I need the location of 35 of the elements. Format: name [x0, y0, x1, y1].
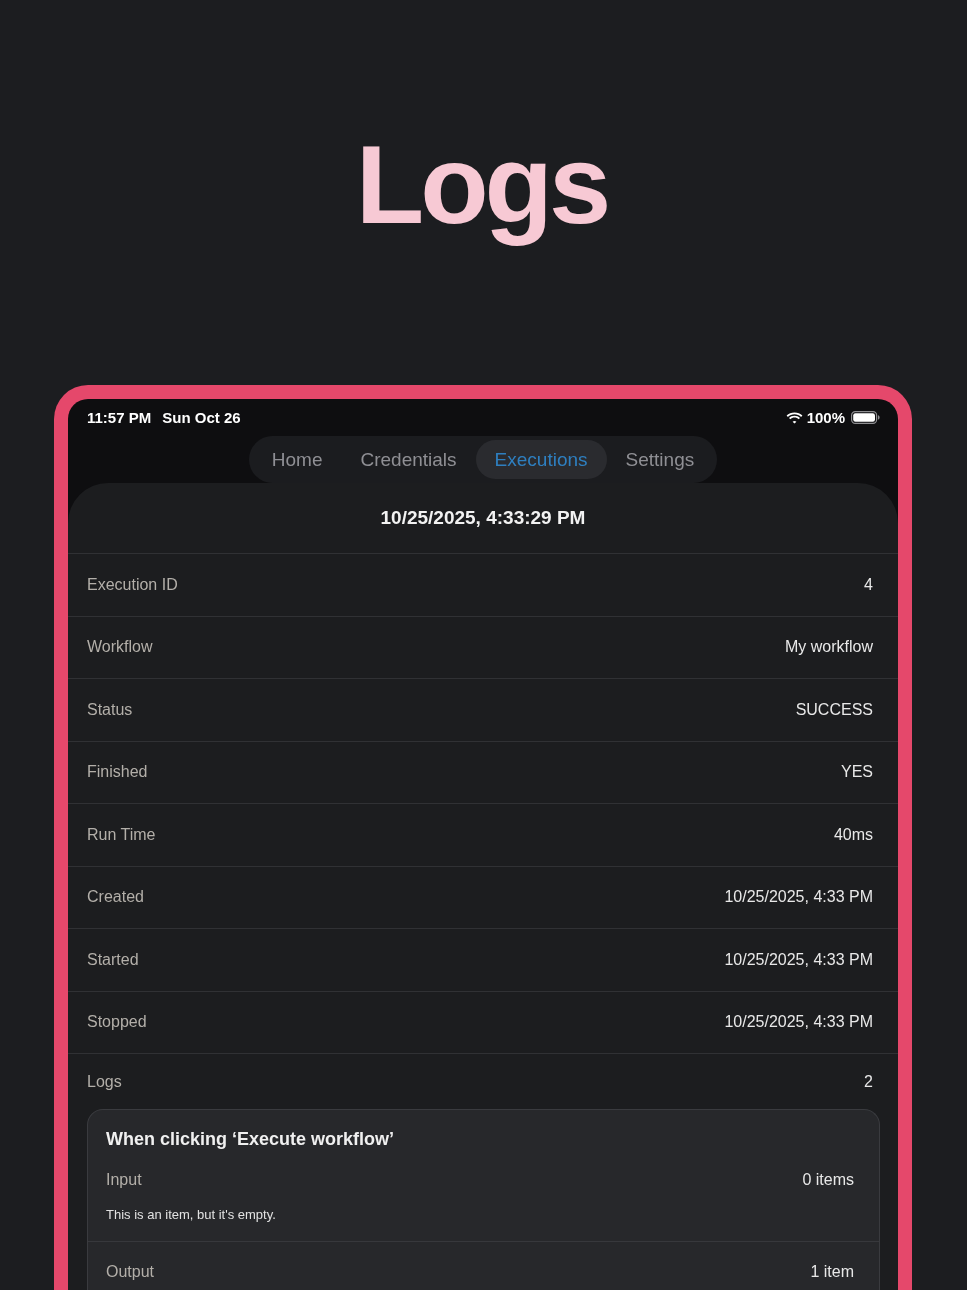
field-label: Workflow: [87, 638, 153, 657]
logs-label: Logs: [87, 1072, 122, 1091]
log-title: When clicking ‘Execute workflow’: [106, 1128, 395, 1150]
field-label: Run Time: [87, 825, 156, 844]
tab[interactable]: Settings: [606, 440, 714, 479]
tab[interactable]: Executions: [475, 440, 607, 479]
field-label: Started: [87, 950, 139, 969]
field-value: 4: [864, 575, 873, 594]
field-label: Finished: [87, 763, 148, 782]
page-title: Logs: [355, 122, 609, 248]
battery-percentage: 100%: [806, 409, 845, 426]
field-label: Status: [87, 700, 133, 719]
section-label: Input: [106, 1170, 142, 1190]
battery-icon: [851, 411, 880, 424]
wifi-icon: [785, 411, 803, 424]
field-label: Execution ID: [87, 575, 178, 594]
field-value: 40ms: [833, 825, 873, 844]
field-value: SUCCESS: [795, 700, 873, 719]
field-label: Created: [87, 888, 144, 907]
item-note: This is an item, but it's empty.: [106, 1207, 276, 1223]
item-count: 1 item: [810, 1262, 854, 1282]
logs-count: 2: [864, 1072, 873, 1091]
field-value: 10/25/2025, 4:33 PM: [724, 888, 873, 907]
field-label: Stopped: [87, 1013, 147, 1032]
status-date: Sun Oct 26: [162, 409, 241, 426]
item-count: 0 items: [802, 1170, 854, 1190]
status-time: 11:57 PM: [87, 409, 152, 426]
field-value: My workflow: [785, 638, 873, 657]
field-value: 10/25/2025, 4:33 PM: [724, 950, 873, 969]
field-value: 10/25/2025, 4:33 PM: [724, 1013, 873, 1032]
tab[interactable]: Home: [252, 440, 342, 479]
sheet-title: 10/25/2025, 4:33:29 PM: [380, 507, 586, 529]
tab[interactable]: Credentials: [341, 440, 476, 479]
field-value: YES: [841, 763, 873, 782]
section-label: Output: [106, 1262, 155, 1282]
